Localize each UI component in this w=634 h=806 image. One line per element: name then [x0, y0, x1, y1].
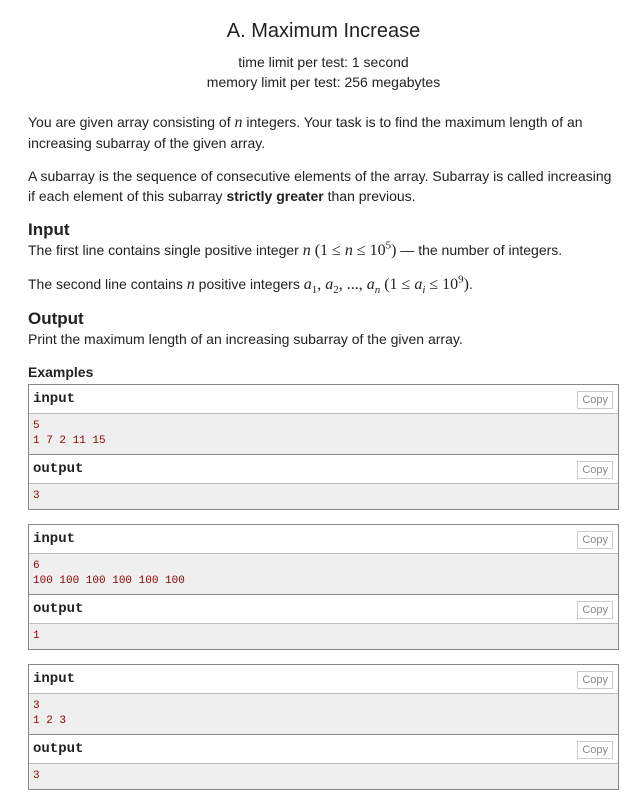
math-constraint-n: n (1 ≤ n ≤ 105) — [302, 239, 397, 259]
copy-input-button[interactable]: Copy — [577, 671, 613, 689]
output-content: 1 — [29, 624, 618, 649]
examples-title: Examples — [28, 364, 94, 380]
time-limit: time limit per test: 1 second — [238, 54, 409, 70]
output-section-title: Output — [28, 309, 84, 328]
input-line: 1 7 2 11 15 — [33, 435, 106, 447]
input-label: input — [33, 391, 76, 407]
legend-paragraph-2: A subarray is the sequence of consecutiv… — [28, 166, 619, 206]
input-spec-text: — the number of integers. — [396, 242, 563, 258]
problem-statement: A. Maximum Increase time limit per test:… — [28, 0, 619, 790]
input-spec-text: The second line contains — [28, 276, 187, 292]
legend-paragraph-1: You are given array consisting of n inte… — [28, 112, 619, 153]
input-line: 6 — [33, 560, 40, 572]
output-label: output — [33, 461, 84, 477]
memory-limit: memory limit per test: 256 megabytes — [206, 74, 441, 90]
legend-text: than previous. — [323, 188, 416, 204]
output-content: 3 — [29, 484, 618, 509]
example-block: input Copy 3 1 2 3 output Copy 3 — [28, 664, 619, 790]
input-label: input — [33, 531, 76, 547]
copy-output-button[interactable]: Copy — [577, 601, 613, 619]
output-label: output — [33, 601, 84, 617]
output-header: output Copy — [29, 595, 618, 624]
output-label: output — [33, 741, 84, 757]
legend-text: You are given array consisting of — [28, 114, 235, 130]
input-line: 100 100 100 100 100 100 — [33, 575, 185, 587]
input-spec-text: . — [469, 276, 473, 292]
input-spec-line-2: The second line contains n positive inte… — [28, 273, 619, 297]
output-line: 3 — [33, 490, 40, 502]
output-content: 3 — [29, 764, 618, 789]
output-line: 1 — [33, 630, 40, 642]
problem-title: A. Maximum Increase — [226, 20, 421, 42]
input-spec-text: The first line contains single positive … — [28, 242, 303, 258]
copy-output-button[interactable]: Copy — [577, 461, 613, 479]
copy-input-button[interactable]: Copy — [577, 531, 613, 549]
input-header: input Copy — [29, 385, 618, 414]
input-line: 5 — [33, 420, 40, 432]
math-n: n — [186, 276, 195, 293]
input-spec-text: positive integers — [194, 276, 304, 292]
emphasis-text: strictly greater — [226, 188, 324, 204]
input-header: input Copy — [29, 665, 618, 694]
input-section-title: Input — [28, 220, 70, 239]
example-block: input Copy 6 100 100 100 100 100 100 output C… — [28, 524, 619, 650]
input-spec-line-1: The first line contains single positive … — [28, 240, 619, 261]
example-block: input Copy 5 1 7 2 11 15 output Copy 3 — [28, 384, 619, 510]
copy-input-button[interactable]: Copy — [577, 391, 613, 409]
input-content: 3 1 2 3 — [29, 694, 618, 735]
input-line: 3 — [33, 700, 40, 712]
math-array-constraint: a1, a2, ..., an (1 ≤ ai ≤ 109) — [303, 273, 469, 297]
input-line: 1 2 3 — [33, 715, 67, 727]
copy-output-button[interactable]: Copy — [577, 741, 613, 759]
input-content: 5 1 7 2 11 15 — [29, 414, 618, 455]
examples-container: input Copy 5 1 7 2 11 15 output Copy 3 input Cop… — [28, 384, 619, 790]
output-spec: Print the maximum length of an increasin… — [28, 331, 463, 347]
input-header: input Copy — [29, 525, 618, 554]
output-header: output Copy — [29, 735, 618, 764]
input-label: input — [33, 671, 76, 687]
math-n: n — [234, 114, 243, 131]
output-header: output Copy — [29, 455, 618, 484]
input-content: 6 100 100 100 100 100 100 — [29, 554, 618, 595]
output-line: 3 — [33, 770, 40, 782]
